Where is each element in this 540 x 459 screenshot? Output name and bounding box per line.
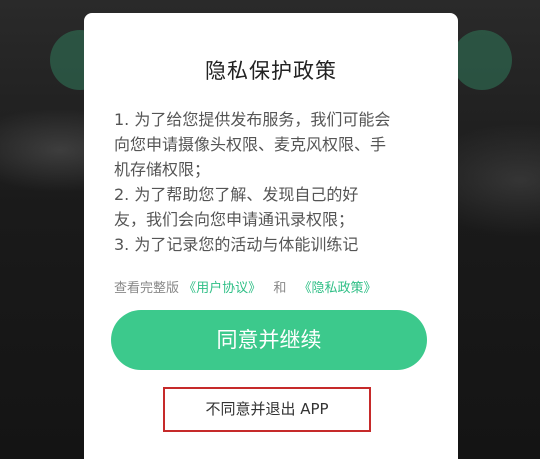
disagree-exit-button[interactable]: 不同意并退出 APP (163, 387, 371, 432)
links-conjunction: 和 (273, 281, 287, 296)
policy-text: 1. 为了给您提供发布服务，我们可能会 向您申请摄像头权限、麦克风权限、手 机存… (114, 107, 444, 257)
links-prefix: 查看完整版 (114, 281, 180, 296)
policy-text-line: 向您申请摄像头权限、麦克风权限、手 (114, 135, 387, 154)
policy-text-line: 机存储权限； (114, 160, 211, 179)
agree-continue-button[interactable]: 同意并继续 (111, 310, 427, 370)
dialog-title: 隐私保护政策 (205, 59, 337, 83)
privacy-policy-link[interactable]: 《隐私政策》 (298, 281, 376, 296)
user-agreement-link[interactable]: 《用户协议》 (183, 281, 261, 296)
policy-text-line: 2. 为了帮助您了解、发现自己的好 (114, 185, 359, 204)
background-button-shape (452, 30, 512, 90)
full-policy-links: 查看完整版 《用户协议》 和 《隐私政策》 (114, 277, 444, 296)
policy-text-line: 1. 为了给您提供发布服务，我们可能会 (114, 110, 391, 129)
policy-text-line: 3. 为了记录您的活动与体能训练记 (114, 235, 359, 254)
privacy-policy-dialog: 隐私保护政策 1. 为了给您提供发布服务，我们可能会 向您申请摄像头权限、麦克风… (84, 13, 458, 459)
policy-text-line: 友，我们会向您申请通讯录权限； (114, 210, 355, 229)
